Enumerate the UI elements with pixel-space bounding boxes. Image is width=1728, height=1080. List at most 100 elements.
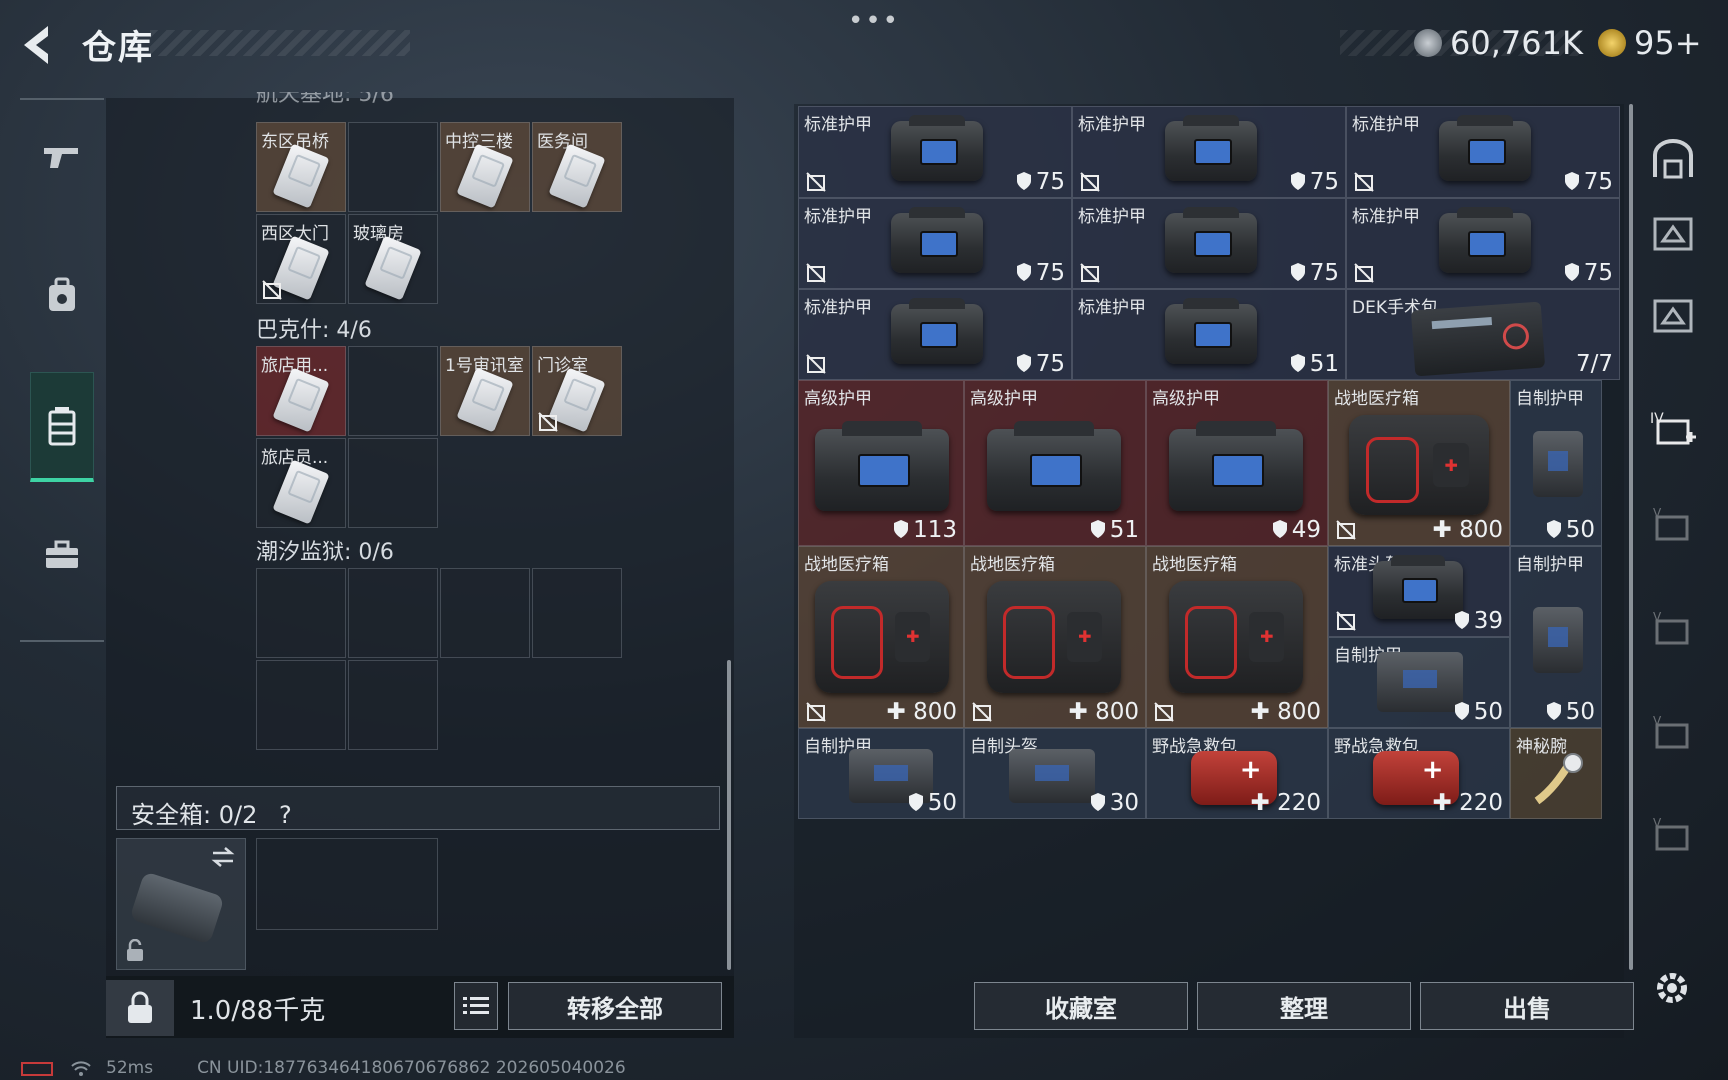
- key-slot[interactable]: [348, 660, 438, 750]
- key-slot[interactable]: [256, 660, 346, 750]
- keycard-icon: [456, 367, 514, 433]
- inventory-item[interactable]: 标准护甲 75: [1346, 106, 1620, 198]
- key-slot[interactable]: [256, 568, 346, 658]
- inventory-item[interactable]: 标准头盔 39: [1328, 546, 1510, 637]
- help-icon[interactable]: ?: [279, 801, 292, 829]
- key-slot[interactable]: 1号审讯室: [440, 346, 530, 436]
- inventory-item[interactable]: 战地医疗箱 ✚ ✚ 800: [964, 546, 1146, 728]
- key-slot[interactable]: 门诊室: [532, 346, 622, 436]
- item-value: 75: [1035, 169, 1065, 195]
- inventory-item[interactable]: 野战急救包✚ 220: [1146, 728, 1328, 819]
- safebox-slot[interactable]: [256, 838, 438, 930]
- inventory-item[interactable]: 战地医疗箱 ✚ ✚ 800: [1328, 380, 1510, 546]
- storage-page-2[interactable]: [1648, 290, 1698, 340]
- backpack-tab[interactable]: [30, 240, 94, 350]
- shield-icon: [1272, 520, 1287, 538]
- inventory-item[interactable]: 自制护甲 50: [1510, 380, 1602, 546]
- weapon-tab[interactable]: [30, 102, 94, 212]
- back-arrow-icon[interactable]: [18, 22, 58, 68]
- shield-icon: [1290, 263, 1305, 281]
- plus-icon: ✚: [1068, 699, 1096, 725]
- settings-gear-icon[interactable]: [1650, 966, 1694, 1010]
- armor-icon: [891, 298, 983, 364]
- key-slot[interactable]: [348, 438, 438, 528]
- inventory-item[interactable]: 自制护甲 50: [1328, 637, 1510, 728]
- inventory-item[interactable]: 标准护甲 75: [798, 106, 1072, 198]
- key-slot[interactable]: [348, 346, 438, 436]
- no-drop-icon: [1080, 263, 1100, 283]
- status-bar: 52ms CN UID:18776346418067067686​2 20260…: [20, 1058, 626, 1078]
- armor-icon: [891, 207, 983, 273]
- transfer-all-button[interactable]: 转移全部: [508, 982, 722, 1030]
- inventory-item[interactable]: 战地医疗箱 ✚ ✚ 800: [798, 546, 964, 728]
- storage-page-add[interactable]: IV: [1648, 404, 1698, 454]
- inventory-item[interactable]: 标准护甲 75: [1346, 198, 1620, 289]
- key-slot[interactable]: 医务间: [532, 122, 622, 212]
- inventory-item[interactable]: DEK手术包 7/7: [1346, 289, 1620, 380]
- inventory-item[interactable]: 标准护甲 75: [1072, 106, 1346, 198]
- key-slot[interactable]: 旅店用...: [256, 346, 346, 436]
- more-options-icon[interactable]: •••: [848, 6, 900, 36]
- inventory-item[interactable]: 标准护甲 75: [1072, 198, 1346, 289]
- key-slot[interactable]: 东区吊桥: [256, 122, 346, 212]
- locked-page-icon: V: [1653, 714, 1689, 749]
- organize-button[interactable]: 整理: [1197, 982, 1411, 1030]
- helmet-icon: [1373, 555, 1463, 619]
- key-slot[interactable]: [440, 568, 530, 658]
- section-title-partial: 航天基地: 5/6: [256, 92, 394, 107]
- locked-page-tab[interactable]: V: [1648, 810, 1698, 860]
- safebox-header: 安全箱: 0/2 ?: [116, 786, 720, 830]
- item-label: 自制护甲: [1516, 555, 1584, 575]
- gold-amount[interactable]: 95+: [1634, 24, 1702, 62]
- swap-icon[interactable]: [209, 845, 237, 869]
- lock-button[interactable]: [106, 980, 174, 1036]
- vault-tab[interactable]: [1648, 134, 1698, 184]
- collection-room-button[interactable]: 收藏室: [974, 982, 1188, 1030]
- item-value: 75: [1309, 169, 1339, 195]
- armor-icon: [1169, 420, 1303, 511]
- locked-page-tab[interactable]: V: [1648, 500, 1698, 550]
- inventory-item[interactable]: 标准护甲 51: [1072, 289, 1346, 380]
- storage-page-1[interactable]: [1648, 208, 1698, 258]
- inventory-item[interactable]: 自制护甲 50: [1510, 546, 1602, 728]
- inventory-item[interactable]: 野战急救包✚ 220: [1328, 728, 1510, 819]
- sell-button[interactable]: 出售: [1420, 982, 1634, 1030]
- key-slot[interactable]: 中控三楼: [440, 122, 530, 212]
- vest-icon: [1533, 431, 1583, 497]
- keycard-icon: [272, 459, 330, 525]
- inventory-item[interactable]: 自制头盔 30: [964, 728, 1146, 819]
- no-drop-icon: [1336, 520, 1356, 540]
- title-stripe: [150, 30, 410, 56]
- key-slot[interactable]: 西区大门: [256, 214, 346, 304]
- shield-icon: [1016, 263, 1031, 281]
- armor-icon: [1165, 298, 1257, 364]
- inventory-scrollbar[interactable]: [1629, 104, 1633, 970]
- locked-page-tab[interactable]: V: [1648, 708, 1698, 758]
- inventory-item[interactable]: 高级护甲 49: [1146, 380, 1328, 546]
- storage-tab[interactable]: [30, 372, 94, 482]
- left-scrollbar[interactable]: [727, 660, 731, 970]
- inventory-item[interactable]: 标准护甲 75: [798, 289, 1072, 380]
- key-slot[interactable]: 旅店员...: [256, 438, 346, 528]
- inventory-item[interactable]: 高级护甲 113: [798, 380, 964, 546]
- locked-page-tab[interactable]: V: [1648, 604, 1698, 654]
- item-label: 战地医疗箱: [970, 555, 1055, 575]
- left-nav: [20, 98, 104, 642]
- item-value: 50: [1565, 517, 1595, 543]
- key-slot[interactable]: 玻璃房: [348, 214, 438, 304]
- key-slot[interactable]: [532, 568, 622, 658]
- toolbox-tab[interactable]: [30, 500, 94, 610]
- inventory-grid: 标准护甲 75 标准护甲 75 标准护甲 75 标准护甲 75 标准护甲 75 标准护甲 7…: [798, 106, 1620, 836]
- armor-icon: [815, 420, 949, 511]
- list-button[interactable]: [454, 982, 498, 1030]
- inventory-item[interactable]: 自制护甲 50: [798, 728, 964, 819]
- storage-page-icon: [1653, 217, 1693, 251]
- key-slot[interactable]: [348, 568, 438, 658]
- storage-page-icon: [1653, 299, 1693, 333]
- inventory-item[interactable]: 战地医疗箱 ✚ ✚ 800: [1146, 546, 1328, 728]
- inventory-item[interactable]: 高级护甲 51: [964, 380, 1146, 546]
- key-slot[interactable]: [348, 122, 438, 212]
- safebox-item[interactable]: [116, 838, 246, 970]
- inventory-item[interactable]: 标准护甲 75: [798, 198, 1072, 289]
- inventory-item[interactable]: 神秘腕: [1510, 728, 1602, 819]
